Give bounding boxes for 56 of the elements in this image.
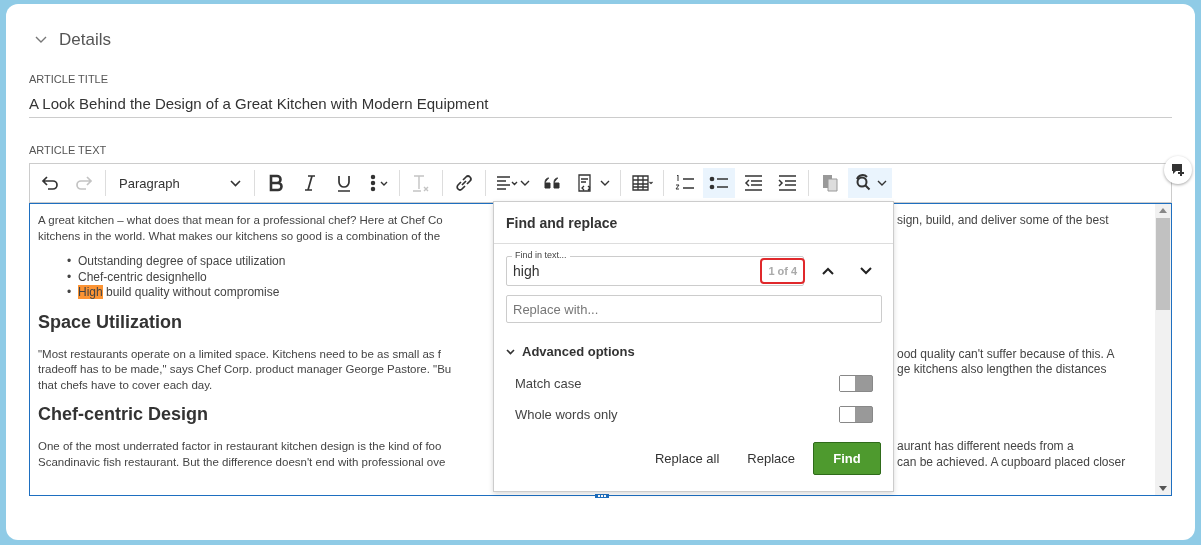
body-text: aurant has different needs from a (897, 439, 1075, 455)
field-label: ARTICLE TITLE (29, 73, 110, 85)
paragraph-dropdown[interactable]: Paragraph (111, 168, 249, 198)
field-label: ARTICLE TEXT (29, 144, 108, 156)
field-label: Find in text... (512, 250, 570, 260)
toggle-switch[interactable] (839, 406, 873, 423)
add-comment-button[interactable] (1164, 156, 1192, 184)
match-counter: 1 of 4 (760, 258, 806, 284)
option-label: Whole words only (515, 407, 618, 422)
body-text: One of the most underrated factor in restaurant kitchen design is the kind of foo (38, 439, 443, 454)
section-heading: Chef-centric Design (38, 403, 209, 425)
body-text: ge kitchens also lengthen the distances (897, 362, 1108, 378)
advanced-options-toggle[interactable]: Advanced options (506, 344, 635, 359)
bulleted-list-button[interactable] (703, 168, 735, 198)
numbered-list-icon (674, 173, 696, 193)
add-comment-icon (1171, 163, 1185, 177)
body-text: A great kitchen – what does that mean for a professional chef? Here at Chef Co (38, 213, 444, 228)
body-text: Scandinavic fish restaurant. But the difference doesn't end with professional ove (38, 454, 447, 470)
scroll-up-icon[interactable] (1159, 208, 1167, 213)
link-icon (453, 173, 475, 193)
body-text: "Most restaurants operate on a limited space. Kitchens need to be as small as f (38, 346, 442, 362)
body-text: kitchens in the world. What makes our kitchens so good is a combination of the (38, 228, 442, 244)
toggle-switch[interactable] (839, 375, 873, 392)
panel-title: Find and replace (494, 202, 893, 244)
body-text: that chefs have to cover each day. (38, 377, 214, 393)
list-item: • Outstanding degree of space utilization (67, 254, 286, 270)
body-text: tradeoff has to be made," says Chef Corp. product manager George Pastore. "Bu (38, 362, 453, 377)
chevron-up-icon (821, 267, 834, 275)
outdent-icon (742, 173, 764, 193)
scrollbar[interactable] (1155, 204, 1171, 495)
caret-icon (230, 179, 241, 187)
caret-icon (877, 179, 887, 187)
replace-button[interactable]: Replace (737, 442, 805, 475)
body-text: can be achieved. A cupboard placed closer (897, 454, 1127, 470)
redo-icon (73, 173, 95, 193)
list-item: • Chef-centric designhello (67, 269, 207, 285)
list-item: • High build quality without compromise (67, 285, 280, 301)
find-button[interactable] (848, 168, 892, 198)
replace-field[interactable]: Replace with... (506, 295, 882, 323)
section-heading: Space Utilization (38, 310, 183, 333)
details-toggle[interactable]: Details (35, 28, 111, 52)
find-button[interactable]: Find (813, 442, 881, 475)
indent-icon (776, 173, 798, 193)
resize-handle-icon[interactable] (595, 494, 609, 498)
body-text: sign, build, and deliver some of the best (897, 213, 1110, 229)
body-text: ood quality can't suffer because of this. A (897, 346, 1116, 362)
option-label: Match case (515, 376, 582, 391)
undo-icon (39, 173, 61, 193)
chevron-down-icon (860, 267, 873, 275)
caret-icon (600, 179, 610, 187)
caret-icon (520, 179, 530, 187)
scroll-down-icon[interactable] (1159, 486, 1167, 491)
align-icon (496, 173, 518, 193)
replace-button[interactable]: Replace all (644, 442, 730, 475)
chevron-icon (506, 348, 515, 355)
table-icon (631, 173, 653, 193)
